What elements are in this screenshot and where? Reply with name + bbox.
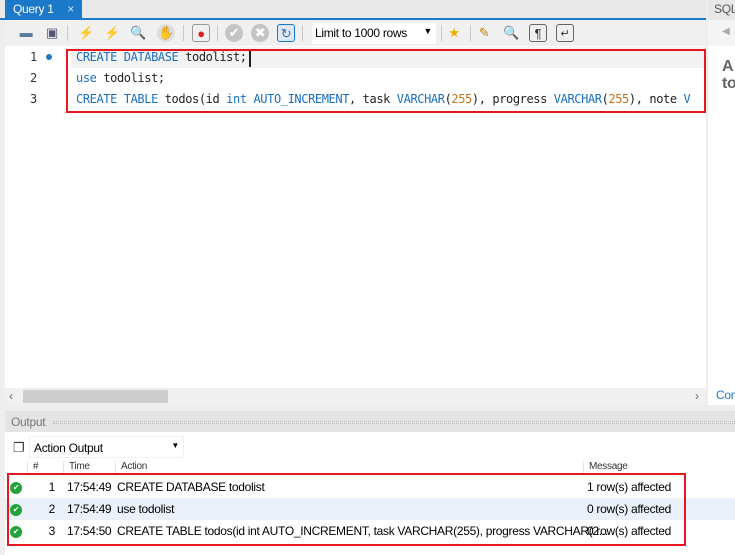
output-type-label: Action Output xyxy=(34,441,103,455)
chevron-down-icon: ▼ xyxy=(423,26,432,36)
output-header: Output xyxy=(5,411,735,432)
explain-icon[interactable]: 🔍 xyxy=(129,24,147,42)
output-title: Output xyxy=(11,415,46,429)
tab-query-1[interactable]: Query 1 × xyxy=(5,0,82,18)
rollback-icon[interactable]: ✖ xyxy=(251,24,269,42)
tab-label: Query 1 xyxy=(13,2,54,16)
highlight-box-editor xyxy=(66,49,706,113)
word-wrap-icon[interactable]: ↵ xyxy=(556,24,574,42)
beautify-icon[interactable]: ✎ xyxy=(475,24,493,42)
chevron-down-icon: ▼ xyxy=(171,441,179,450)
panel-heading: Ato xyxy=(722,58,735,92)
execute-icon[interactable]: ⚡ xyxy=(77,24,95,42)
back-icon[interactable]: ◀ xyxy=(708,20,735,46)
limit-label: Limit to 1000 rows xyxy=(315,26,407,40)
copy-icon[interactable]: ❐ xyxy=(13,440,25,456)
open-folder-icon[interactable]: ▬ xyxy=(17,24,35,42)
stop-icon[interactable]: ✋ xyxy=(157,24,175,42)
save-icon[interactable]: ▣ xyxy=(43,24,61,42)
close-icon[interactable]: × xyxy=(67,2,74,16)
highlight-box-output xyxy=(7,473,686,546)
output-type-select[interactable]: Action Output ▼ xyxy=(29,436,184,458)
toolbar: ▬ ▣ ⚡ ⚡ 🔍 ✋ ● ✔ ✖ ↻ Limit to 1000 rows ▼ … xyxy=(5,20,706,46)
line-number: 2 xyxy=(30,71,37,85)
toggle-error-icon[interactable]: ● xyxy=(192,24,210,42)
statement-marker-icon xyxy=(46,54,52,60)
tab-bar: Query 1 × xyxy=(0,0,706,20)
find-icon[interactable]: 🔍 xyxy=(502,24,520,42)
invisible-chars-icon[interactable]: ¶ xyxy=(529,24,547,42)
sql-additions-panel: ◀ Ato Con xyxy=(708,20,735,405)
commit-icon[interactable]: ✔ xyxy=(225,24,243,42)
add-snippet-icon[interactable]: ★ xyxy=(445,24,463,42)
scrollbar-thumb[interactable] xyxy=(23,390,168,403)
scroll-left-icon[interactable]: ‹ xyxy=(9,389,13,403)
execute-current-icon[interactable]: ⚡ xyxy=(103,24,121,42)
horizontal-scrollbar[interactable]: ‹ › xyxy=(5,388,706,405)
context-help-link[interactable]: Con xyxy=(716,388,735,402)
line-number: 3 xyxy=(30,92,37,106)
limit-rows-select[interactable]: Limit to 1000 rows ▼ xyxy=(312,23,436,44)
scroll-right-icon[interactable]: › xyxy=(695,389,699,403)
autocommit-icon[interactable]: ↻ xyxy=(277,24,295,42)
tab-sql-additions[interactable]: SQL xyxy=(708,0,735,20)
